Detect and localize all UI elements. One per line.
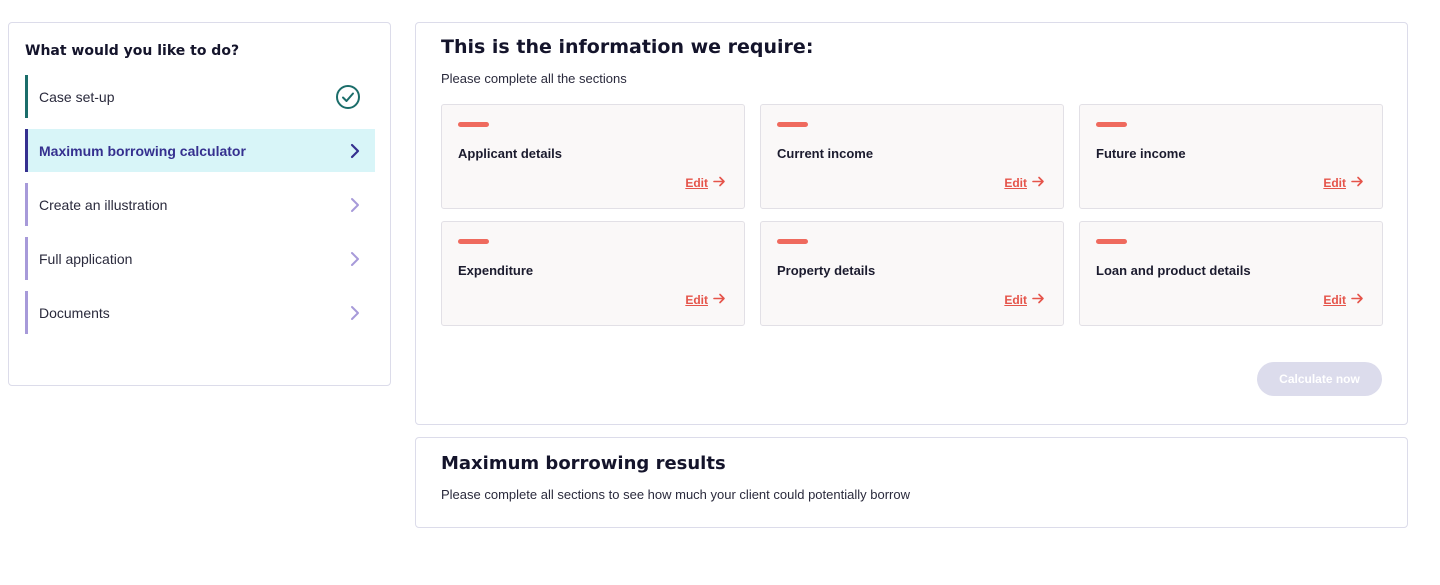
chevron-right-icon [349,251,361,267]
sidebar-heading: What would you like to do? [25,43,240,59]
edit-link-label: Edit [685,176,708,190]
arrow-right-icon [713,176,726,190]
incomplete-status-indicator [1096,122,1127,127]
arrow-right-icon [1351,176,1364,190]
edit-link-label: Edit [685,293,708,307]
section-card-current-income: Current income Edit [760,104,1064,209]
chevron-right-icon [349,143,361,159]
section-card-future-income: Future income Edit [1079,104,1383,209]
section-label: Loan and product details [1096,263,1251,278]
section-label: Future income [1096,146,1186,161]
nav-item-label: Maximum borrowing calculator [39,142,246,159]
nav-item-label: Create an illustration [39,196,168,213]
results-card: Maximum borrowing results Please complet… [415,437,1408,528]
page-subtitle: Please complete all the sections [441,71,627,86]
chevron-right-icon [349,197,361,213]
chevron-right-icon [349,305,361,321]
nav-item-documents[interactable]: Documents [25,291,375,334]
nav-item-label: Case set-up [39,88,115,105]
edit-link[interactable]: Edit [1323,293,1364,307]
section-label: Applicant details [458,146,563,161]
nav-item-full-application[interactable]: Full application [25,237,375,280]
nav-item-create-illustration[interactable]: Create an illustration [25,183,375,226]
section-card-expenditure: Expenditure Edit [441,221,745,326]
incomplete-status-indicator [777,239,808,244]
nav-item-case-setup[interactable]: Case set-up [25,75,375,118]
section-card-property-details: Property details Edit [760,221,1064,326]
edit-link[interactable]: Edit [1323,176,1364,190]
nav-item-label: Full application [39,250,133,267]
arrow-right-icon [713,293,726,307]
edit-link-label: Edit [1004,176,1027,190]
arrow-right-icon [1032,176,1045,190]
edit-link[interactable]: Edit [1004,293,1045,307]
section-grid: Applicant details Edit Current income Ed… [441,104,1383,326]
edit-link[interactable]: Edit [685,176,726,190]
section-label: Property details [777,263,876,278]
section-card-loan-and-product-details: Loan and product details Edit [1079,221,1383,326]
results-title: Maximum borrowing results [441,453,726,474]
edit-link-label: Edit [1004,293,1027,307]
incomplete-status-indicator [777,122,808,127]
edit-link[interactable]: Edit [1004,176,1045,190]
task-sidebar: What would you like to do? Case set-up M… [8,22,391,386]
edit-link-label: Edit [1323,293,1346,307]
section-card-applicant-details: Applicant details Edit [441,104,745,209]
nav-item-maximum-borrowing-calculator[interactable]: Maximum borrowing calculator [25,129,375,172]
arrow-right-icon [1351,293,1364,307]
check-circle-icon [335,84,361,110]
incomplete-status-indicator [1096,239,1127,244]
requirements-card: This is the information we require: Plea… [415,22,1408,425]
section-label: Current income [777,146,874,161]
task-nav-list: Case set-up Maximum borrowing calculator… [25,75,375,345]
nav-item-label: Documents [39,304,110,321]
page-title: This is the information we require: [441,36,814,58]
edit-link[interactable]: Edit [685,293,726,307]
incomplete-status-indicator [458,239,489,244]
results-description: Please complete all sections to see how … [441,487,910,502]
arrow-right-icon [1032,293,1045,307]
section-label: Expenditure [458,263,534,278]
incomplete-status-indicator [458,122,489,127]
calculate-now-button[interactable]: Calculate now [1257,362,1382,396]
edit-link-label: Edit [1323,176,1346,190]
